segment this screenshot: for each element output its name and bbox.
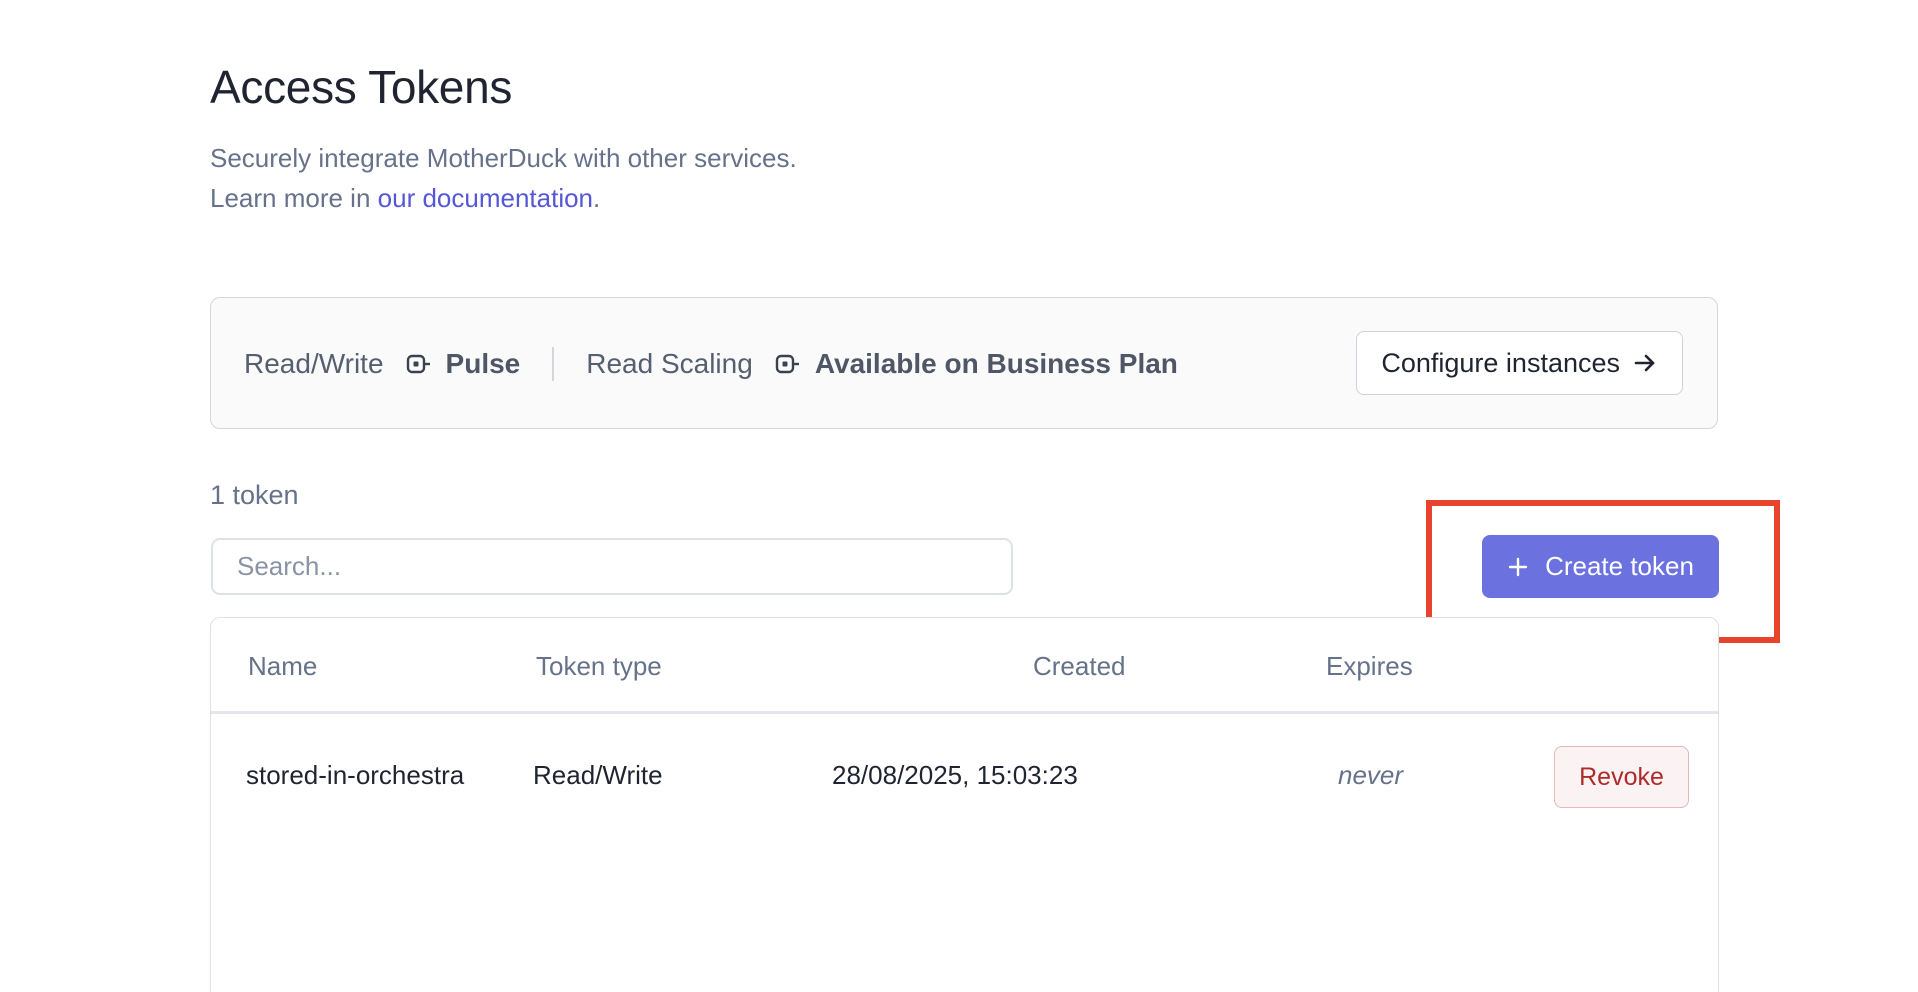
read-write-instance: Pulse (445, 348, 521, 379)
configure-instances-label: Configure instances (1381, 347, 1620, 378)
page-title: Access Tokens (210, 61, 513, 113)
plus-icon (1508, 557, 1528, 576)
configure-instances-button[interactable]: Configure instances (1356, 331, 1683, 395)
token-count: 1 token (210, 480, 299, 510)
arrow-right-icon (1634, 354, 1655, 372)
token-type-cell: Read/Write (533, 760, 663, 790)
read-scaling-instance: Available on Business Plan (814, 348, 1178, 379)
instance-summary: Read/Write Pulse Read Scaling Available … (244, 298, 1178, 430)
create-token-button[interactable]: Create token (1482, 535, 1719, 598)
description-prefix: Learn more in (210, 183, 378, 213)
instance-icon (406, 354, 430, 374)
divider (552, 347, 555, 381)
documentation-link[interactable]: our documentation (378, 183, 593, 213)
search-input[interactable] (211, 538, 1013, 595)
tokens-table: Name Token type Created Expires stored-i… (210, 617, 1719, 992)
revoke-button[interactable]: Revoke (1554, 746, 1689, 808)
access-tokens-page: Access Tokens Securely integrate MotherD… (0, 0, 1918, 992)
instance-icon (775, 354, 799, 374)
page-description: Securely integrate MotherDuck with other… (210, 138, 797, 218)
description-line-1: Securely integrate MotherDuck with other… (210, 143, 797, 173)
description-line-2: Learn more in our documentation. (210, 178, 797, 218)
token-created-cell: 28/08/2025, 15:03:23 (832, 760, 1078, 790)
read-scaling-label: Read Scaling (586, 348, 753, 379)
table-header: Name Token type Created Expires (211, 618, 1718, 714)
description-suffix: . (593, 183, 601, 213)
create-token-label: Create token (1545, 551, 1694, 581)
column-header-created[interactable]: Created (1033, 651, 1126, 682)
column-header-name[interactable]: Name (248, 651, 317, 682)
instance-panel: Read/Write Pulse Read Scaling Available … (210, 297, 1718, 429)
token-expires-cell: never (1338, 760, 1404, 790)
column-header-token-type[interactable]: Token type (536, 651, 662, 682)
token-name-cell: stored-in-orchestra (246, 760, 465, 790)
table-row: stored-in-orchestra Read/Write 28/08/202… (211, 714, 1718, 846)
read-write-label: Read/Write (244, 348, 384, 379)
column-header-expires[interactable]: Expires (1326, 651, 1413, 682)
